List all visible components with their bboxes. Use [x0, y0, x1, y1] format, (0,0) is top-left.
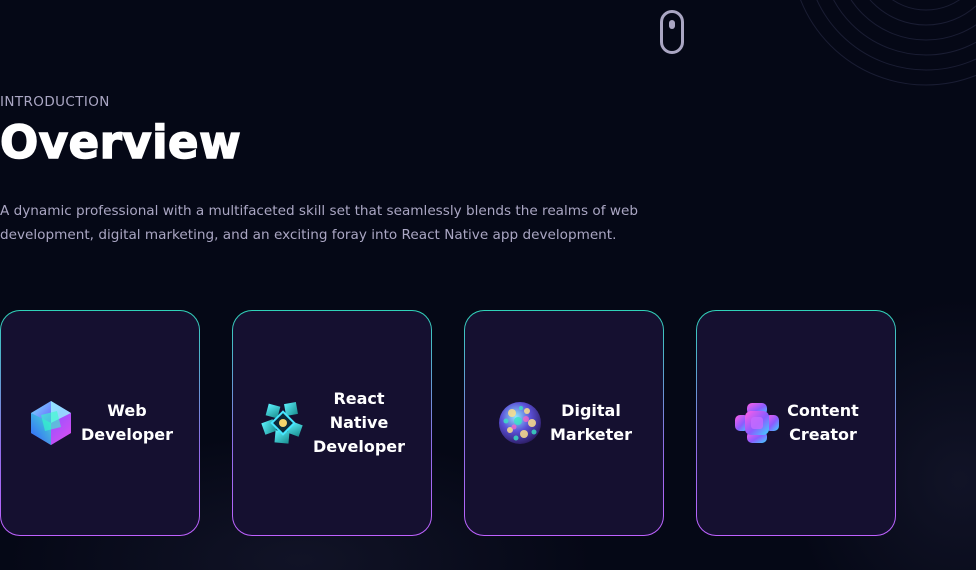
- scroll-indicator[interactable]: [660, 10, 684, 54]
- section-description: A dynamic professional with a multifacet…: [0, 203, 638, 243]
- service-card-digital-marketer[interactable]: Digital Marketer: [464, 310, 664, 536]
- service-cards: Web Developer React Native Developer Dig…: [0, 310, 900, 536]
- service-card-label: Content Creator: [787, 401, 859, 444]
- service-card-web-developer[interactable]: Web Developer: [0, 310, 200, 536]
- service-card-react-native-developer[interactable]: React Native Developer: [232, 310, 432, 536]
- section-title: Overview: [0, 115, 242, 170]
- service-card-body: Web Developer: [1, 311, 199, 535]
- overview-page: INTRODUCTION Overview A dynamic professi…: [0, 0, 976, 570]
- react-native-icon: [261, 402, 303, 444]
- service-card-content-creator[interactable]: Content Creator: [696, 310, 896, 536]
- scroll-indicator-dot: [669, 20, 675, 29]
- content-creator-icon: [735, 403, 780, 443]
- service-card-label: React Native Developer: [312, 389, 406, 456]
- service-card-label: Digital Marketer: [549, 401, 633, 444]
- background-rings-decoration: [800, 0, 976, 86]
- web-icon: [30, 401, 71, 445]
- background-arc-decoration: [20, 0, 140, 20]
- service-card-label: Web Developer: [80, 401, 174, 444]
- digital-marketing-icon: [498, 402, 541, 444]
- service-card-body: Content Creator: [697, 311, 895, 535]
- service-card-body: Digital Marketer: [465, 311, 663, 535]
- section-subtitle: INTRODUCTION: [0, 94, 110, 110]
- service-card-body: React Native Developer: [233, 311, 431, 535]
